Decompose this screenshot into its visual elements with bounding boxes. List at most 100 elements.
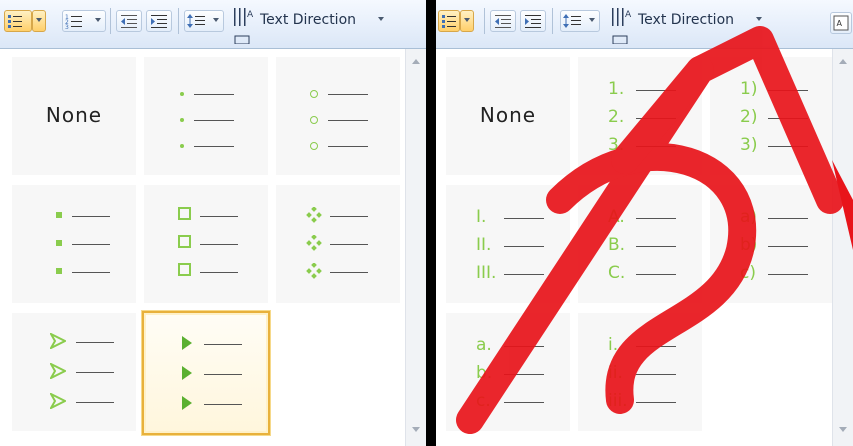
- sample-line: [636, 246, 676, 247]
- text-direction-button[interactable]: Text Direction: [232, 4, 384, 34]
- sample-line: [194, 120, 234, 121]
- numbering-option-arabic-paren[interactable]: 1) 2) 3): [710, 57, 834, 175]
- list-item: [180, 333, 260, 353]
- sample-line: [636, 146, 676, 147]
- line-spacing-button[interactable]: [560, 10, 600, 32]
- line-spacing-button[interactable]: [184, 10, 224, 32]
- toolbar-separator: [484, 8, 485, 34]
- sample-line: [194, 146, 234, 147]
- line-spacing-icon: [187, 14, 205, 28]
- list-item: [178, 261, 258, 281]
- svg-text:A: A: [837, 19, 843, 28]
- list-item: 2.: [608, 107, 698, 127]
- list-item: c.: [476, 391, 566, 411]
- sample-line: [204, 374, 242, 375]
- square-bullet-icon: [56, 212, 62, 218]
- numbering-gallery: None 1. 2. 3. 1) 2) 3) I. II. III. A. B. C. a) b) c) a.…: [436, 49, 834, 446]
- numbering-option-alpha-lower-paren[interactable]: a) b) c): [710, 185, 834, 303]
- sample-line: [200, 244, 238, 245]
- list-item: [50, 391, 130, 411]
- list-item: C.: [608, 263, 698, 283]
- align-text-button[interactable]: A: [830, 12, 852, 34]
- text-direction-label: Text Direction: [638, 12, 735, 28]
- toolbar-separator: [552, 8, 553, 34]
- scroll-up-icon[interactable]: [412, 59, 420, 64]
- list-item: 1): [740, 79, 830, 99]
- numbering-option-roman-lower[interactable]: i. ii. iii.: [578, 313, 702, 431]
- sample-line: [636, 346, 676, 347]
- numbering-option-none[interactable]: None: [446, 57, 570, 175]
- list-item: [180, 363, 260, 383]
- bullet-option-none[interactable]: None: [12, 57, 136, 175]
- list-item: [174, 135, 244, 155]
- list-item: [306, 83, 386, 103]
- number-marker: C.: [608, 263, 626, 283]
- bullet-option-hollow-circle[interactable]: [276, 57, 400, 175]
- numbering-option-arabic-period[interactable]: 1. 2. 3.: [578, 57, 702, 175]
- bullets-dropdown-button[interactable]: [460, 10, 474, 32]
- decrease-indent-button[interactable]: [490, 10, 516, 32]
- diamond-cluster-bullet-icon: [306, 263, 322, 279]
- list-item: [174, 109, 244, 129]
- dot-bullet-icon: [180, 118, 184, 122]
- gallery-scrollbar[interactable]: [405, 49, 426, 446]
- list-item: III.: [476, 263, 566, 283]
- bullet-option-four-diamonds[interactable]: [276, 185, 400, 303]
- none-label: None: [45, 103, 103, 127]
- number-marker: 1): [740, 79, 758, 99]
- bullet-option-arrowhead[interactable]: [12, 313, 136, 431]
- list-item: [50, 331, 130, 351]
- numbering-option-roman-upper[interactable]: I. II. III.: [446, 185, 570, 303]
- bullet-option-small-dot[interactable]: [144, 57, 268, 175]
- arrowhead-bullet-icon: [50, 393, 66, 409]
- list-item: b): [740, 235, 830, 255]
- increase-indent-button[interactable]: [146, 10, 172, 32]
- sample-line: [768, 118, 808, 119]
- sample-line: [330, 216, 368, 217]
- increase-indent-button[interactable]: [520, 10, 546, 32]
- sample-line: [768, 90, 808, 91]
- numbering-option-alpha-upper[interactable]: A. B. C.: [578, 185, 702, 303]
- hollow-square-bullet-icon: [178, 235, 191, 248]
- list-item: 3.: [608, 135, 698, 155]
- sample-line: [76, 372, 114, 373]
- dot-bullet-icon: [180, 92, 184, 96]
- scroll-down-icon[interactable]: [412, 427, 420, 432]
- decrease-indent-button[interactable]: [116, 10, 142, 32]
- bullets-dropdown-button[interactable]: [32, 10, 46, 32]
- sample-line: [636, 274, 676, 275]
- numbering-library-panel: A Text Direction A None 1. 2. 3. 1) 2) 3) I. II…: [436, 0, 853, 446]
- triangle-bullet-icon: [182, 366, 192, 380]
- bullets-button[interactable]: [4, 10, 32, 32]
- list-item: [306, 233, 396, 253]
- ribbon-toolbar: A Text Direction A: [436, 0, 853, 49]
- number-marker: II.: [476, 235, 492, 255]
- hollow-square-bullet-icon: [178, 207, 191, 220]
- numbering-button[interactable]: 1 2 3: [62, 10, 106, 32]
- bullets-button[interactable]: [438, 10, 460, 32]
- scroll-up-icon[interactable]: [839, 59, 847, 64]
- list-item: [54, 233, 124, 253]
- scroll-down-icon[interactable]: [839, 427, 847, 432]
- sample-line: [72, 272, 110, 273]
- bullet-option-right-triangle-selected[interactable]: [142, 311, 270, 435]
- sample-line: [504, 246, 544, 247]
- sample-line: [768, 146, 808, 147]
- sample-line: [636, 374, 676, 375]
- triangle-bullet-icon: [182, 396, 192, 410]
- sample-line: [330, 244, 368, 245]
- list-item: [306, 261, 396, 281]
- circle-bullet-icon: [310, 142, 318, 150]
- decrease-indent-icon: [121, 15, 137, 28]
- text-direction-button[interactable]: Text Direction: [610, 4, 770, 34]
- number-marker: b.: [476, 363, 493, 383]
- decrease-indent-icon: [495, 15, 511, 28]
- triangle-bullet-icon: [182, 336, 192, 350]
- numbering-option-alpha-lower-period[interactable]: a. b. c.: [446, 313, 570, 431]
- toolbar-separator: [110, 8, 111, 34]
- sample-line: [330, 272, 368, 273]
- bullet-option-filled-square[interactable]: [12, 185, 136, 303]
- bullet-option-hollow-square[interactable]: [144, 185, 268, 303]
- gallery-scrollbar[interactable]: [832, 49, 853, 446]
- list-item: a.: [476, 335, 566, 355]
